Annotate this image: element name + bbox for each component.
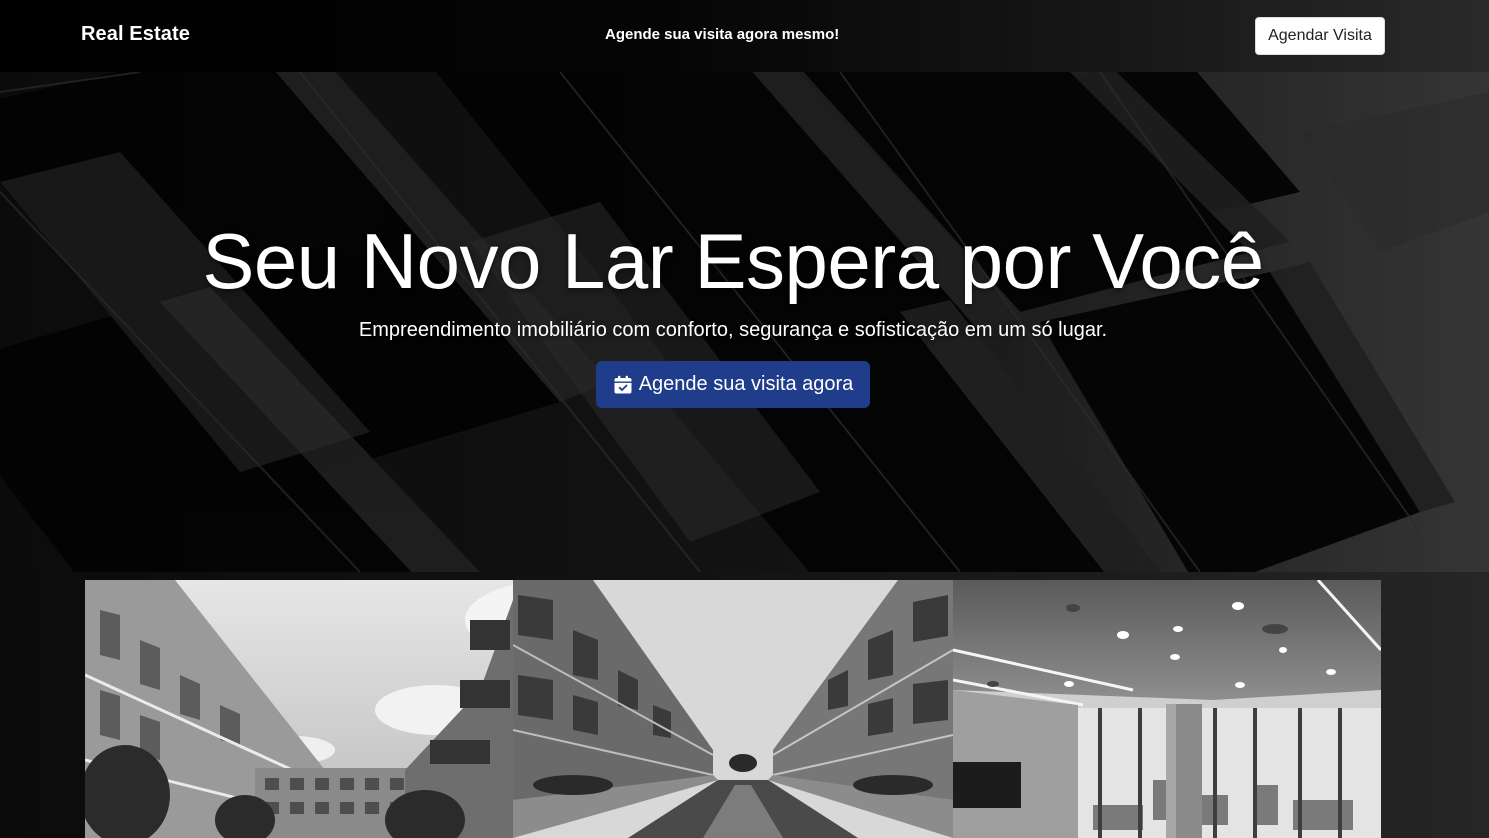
photo-gallery: [85, 580, 1381, 838]
canal-between-buildings-photo[interactable]: [513, 580, 953, 838]
courtyard-buildings-photo[interactable]: [85, 580, 513, 838]
brand-logo-text[interactable]: Real Estate: [81, 23, 190, 46]
hero-subtitle: Empreendimento imobiliário com conforto,…: [358, 319, 1108, 341]
hero-title: Seu Novo Lar Espera por Você: [202, 217, 1264, 305]
hero-cta-label: Agende sua visita agora: [638, 373, 854, 395]
schedule-visit-button[interactable]: Agendar Visita: [1255, 17, 1385, 55]
calendar-check-icon: [613, 375, 633, 395]
header-tagline: Agende sua visita agora mesmo!: [605, 26, 840, 43]
hero-schedule-visit-button[interactable]: Agende sua visita agora: [596, 361, 870, 408]
top-navbar: Real Estate Agende sua visita agora mesm…: [0, 0, 1489, 72]
hero-section: Seu Novo Lar Espera por Você Empreendime…: [0, 72, 1489, 572]
office-interior-photo[interactable]: [953, 580, 1381, 838]
